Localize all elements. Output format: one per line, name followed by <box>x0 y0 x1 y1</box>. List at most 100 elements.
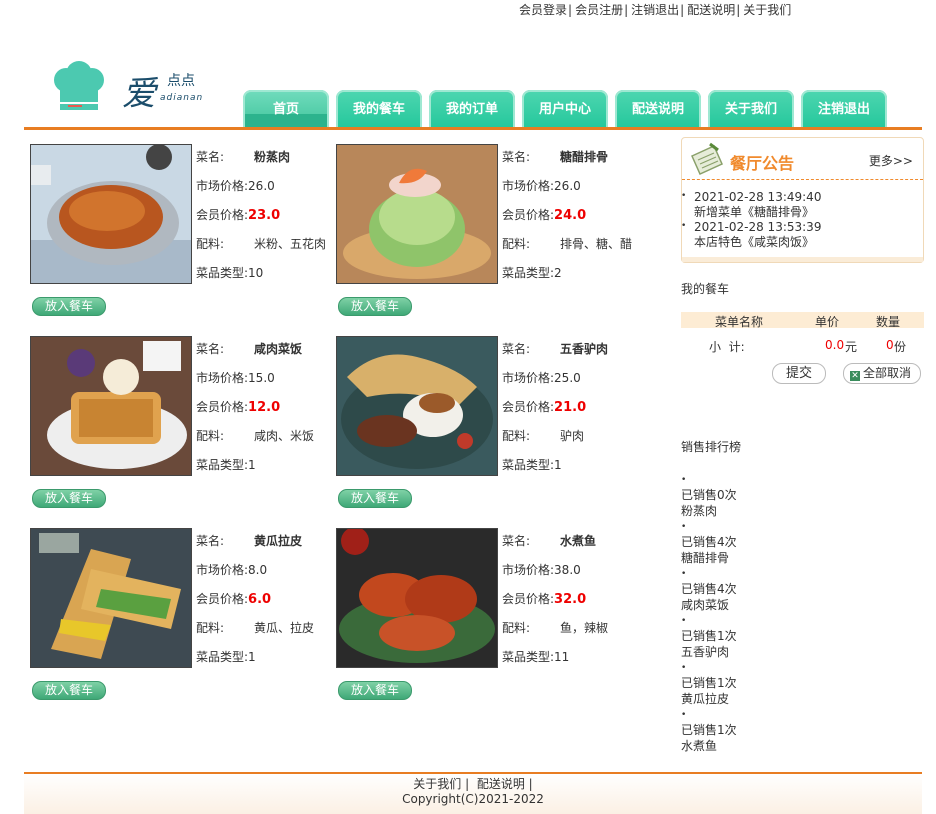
notice-more-link[interactable]: 更多>> <box>869 152 913 169</box>
add-to-cart-button[interactable]: 放入餐车 <box>32 681 106 700</box>
market-price: 25.0 <box>554 371 581 385</box>
ranking-title: 销售排行榜 <box>681 440 742 454</box>
add-to-cart-button[interactable]: 放入餐车 <box>32 297 106 316</box>
dish-type-label: 菜品类型: <box>502 266 555 280</box>
member-price-label: 会员价格: <box>196 592 249 606</box>
dish-name-label: 菜名: <box>502 534 531 548</box>
clear-all-label: 全部取消 <box>863 366 912 380</box>
dish-photo[interactable] <box>30 336 192 476</box>
dish-photo[interactable] <box>30 528 192 668</box>
dish-type: 1 <box>248 458 256 472</box>
member-price: 32.0 <box>554 592 587 607</box>
header-divider <box>24 127 922 130</box>
dish-name-label: 菜名: <box>196 534 225 548</box>
cart-title: 我的餐车 <box>681 282 730 296</box>
list-item: • 已销售0次 粉蒸肉 <box>681 472 924 519</box>
bullet-icon: • <box>681 710 687 720</box>
bullet-icon: • <box>681 663 687 673</box>
dish-info: 菜名: 五香驴肉 市场价格:25.0 会员价格:21.0 配料: 驴肉 菜品类型:1 <box>502 336 642 481</box>
list-item: • 已销售1次 五香驴肉 <box>681 613 924 660</box>
notice-panel: 餐厅公告 更多>> 2021-02-28 13:49:40 新增菜单《糖醋排骨》… <box>681 137 924 263</box>
dish-photo[interactable] <box>30 144 192 284</box>
nav-tab-home[interactable]: 首页 <box>243 90 329 130</box>
notice-date: 2021-02-28 13:49:40 <box>681 189 821 205</box>
member-price: 12.0 <box>248 400 281 415</box>
register-link[interactable]: 会员注册 <box>575 3 623 17</box>
member-price: 24.0 <box>554 208 587 223</box>
notice-date: 2021-02-28 13:53:39 <box>681 219 821 235</box>
list-item: • 已销售4次 咸肉菜饭 <box>681 566 924 613</box>
dish-info: 菜名: 水煮鱼 市场价格:38.0 会员价格:32.0 配料: 鱼，辣椒 菜品类型:… <box>502 528 642 673</box>
site-logo[interactable]: 爱 点点 adianan <box>52 58 212 118</box>
dish-name-label: 菜名: <box>196 150 225 164</box>
nav-tab-my-cart[interactable]: 我的餐车 <box>336 90 422 130</box>
ingredients-label: 配料: <box>502 237 531 251</box>
ranking-dish-name[interactable]: 黄瓜拉皮 <box>681 692 924 708</box>
member-price-label: 会员价格: <box>502 400 555 414</box>
member-price-label: 会员价格: <box>502 592 555 606</box>
dish-type: 10 <box>248 266 264 280</box>
ingredients: 米粉、五花肉 <box>254 237 327 251</box>
dish-name: 五香驴肉 <box>560 342 609 356</box>
nav-tab-about[interactable]: 关于我们 <box>708 90 794 130</box>
subtotal-value: 0.0 <box>825 338 845 352</box>
cart-col-qty: 数量 <box>876 315 901 329</box>
ingredients-label: 配料: <box>196 429 225 443</box>
nav-tab-logout[interactable]: 注销退出 <box>801 90 887 130</box>
dish-card: 菜名: 咸肉菜饭 市场价格:15.0 会员价格:12.0 配料: 咸肉、米饭 菜品类… <box>30 336 336 512</box>
member-price: 21.0 <box>554 400 587 415</box>
add-to-cart-button[interactable]: 放入餐车 <box>338 489 412 508</box>
dish-card: 菜名: 糖醋排骨 市场价格:26.0 会员价格:24.0 配料: 排骨、糖、醋 菜品… <box>336 144 642 320</box>
dish-info: 菜名: 黄瓜拉皮 市场价格:8.0 会员价格:6.0 配料: 黄瓜、拉皮 菜品类型:… <box>196 528 336 673</box>
member-price: 23.0 <box>248 208 281 223</box>
footer-delivery-link[interactable]: 配送说明 <box>477 777 525 791</box>
ingredients-label: 配料: <box>502 621 531 635</box>
nav-tab-delivery[interactable]: 配送说明 <box>615 90 701 130</box>
market-price-label: 市场价格: <box>502 563 555 577</box>
sold-count: 已销售1次 <box>681 629 737 643</box>
dish-photo[interactable] <box>336 144 498 284</box>
market-price: 26.0 <box>554 179 581 193</box>
member-price-label: 会员价格: <box>196 208 249 222</box>
count-value: 0 <box>886 338 894 352</box>
login-link[interactable]: 会员登录 <box>519 3 567 17</box>
clear-all-button[interactable]: ✕ 全部取消 <box>843 363 921 384</box>
ranking-dish-name[interactable]: 糖醋排骨 <box>681 551 924 567</box>
dish-type: 2 <box>554 266 562 280</box>
dish-photo[interactable] <box>336 336 498 476</box>
close-icon: ✕ <box>850 371 860 381</box>
nav-tab-user-center[interactable]: 用户中心 <box>522 90 608 130</box>
dish-photo[interactable] <box>336 528 498 668</box>
copyright: Copyright(C)2021-2022 <box>402 792 544 806</box>
ranking-dish-name[interactable]: 咸肉菜饭 <box>681 598 924 614</box>
sales-ranking: 销售排行榜 • 已销售0次 粉蒸肉 • 已销售4次 糖醋排骨 • 已销售4次 咸肉菜饭 • 已… <box>681 438 924 754</box>
notice-footer <box>682 257 923 262</box>
dish-info: 菜名: 糖醋排骨 市场价格:26.0 会员价格:24.0 配料: 排骨、糖、醋 菜品… <box>502 144 642 289</box>
market-price-label: 市场价格: <box>502 179 555 193</box>
subtotal-label: 小 计: <box>709 340 745 354</box>
add-to-cart-button[interactable]: 放入餐车 <box>338 297 412 316</box>
add-to-cart-button[interactable]: 放入餐车 <box>32 489 106 508</box>
ingredients: 驴肉 <box>560 429 585 443</box>
submit-button[interactable]: 提交 <box>772 363 826 384</box>
about-link[interactable]: 关于我们 <box>743 3 791 17</box>
market-price: 38.0 <box>554 563 581 577</box>
dish-name: 糖醋排骨 <box>560 150 609 164</box>
bullet-icon: • <box>681 522 687 532</box>
notice-text[interactable]: 本店特色《咸菜肉饭》 <box>694 235 821 250</box>
logout-link[interactable]: 注销退出 <box>631 3 679 17</box>
delivery-link[interactable]: 配送说明 <box>687 3 735 17</box>
dish-name: 咸肉菜饭 <box>254 342 303 356</box>
notice-title: 餐厅公告 <box>730 154 795 173</box>
market-price: 8.0 <box>248 563 268 577</box>
ingredients-label: 配料: <box>196 621 225 635</box>
dish-name-label: 菜名: <box>502 342 531 356</box>
add-to-cart-button[interactable]: 放入餐车 <box>338 681 412 700</box>
ranking-dish-name[interactable]: 五香驴肉 <box>681 645 924 661</box>
nav-tab-my-orders[interactable]: 我的订单 <box>429 90 515 130</box>
ranking-dish-name[interactable]: 水煮鱼 <box>681 739 924 755</box>
ranking-dish-name[interactable]: 粉蒸肉 <box>681 504 924 520</box>
footer-about-link[interactable]: 关于我们 <box>413 777 461 791</box>
dish-info: 菜名: 粉蒸肉 市场价格:26.0 会员价格:23.0 配料: 米粉、五花肉 菜品类… <box>196 144 336 289</box>
notice-text[interactable]: 新增菜单《糖醋排骨》 <box>694 205 821 220</box>
